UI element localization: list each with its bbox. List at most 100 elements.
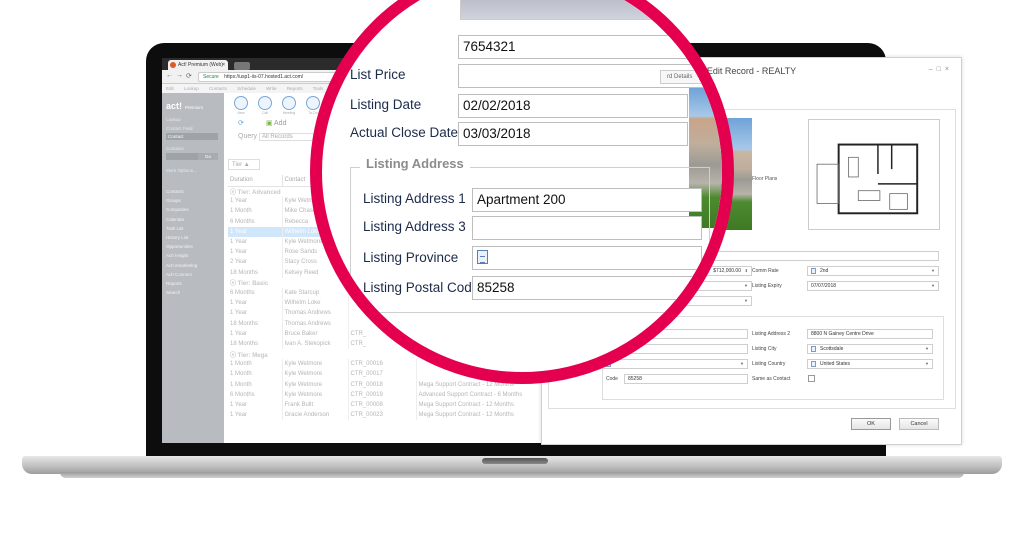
reload-icon[interactable]: ⟳ [186, 72, 192, 80]
back-icon[interactable]: ← [166, 72, 173, 79]
meeting-icon[interactable] [282, 96, 296, 110]
sidebar-item-groups[interactable]: Groups [166, 196, 197, 205]
comm-rate-value: 2nd [820, 268, 829, 274]
minimize-icon[interactable]: – [929, 66, 937, 73]
chevron-down-icon: ▼ [925, 361, 929, 366]
secure-lock-label: Secure [203, 74, 219, 80]
menu-reports[interactable]: Reports [287, 86, 303, 91]
sidebar-item-history-list[interactable]: History List [166, 233, 197, 242]
table-row[interactable]: 6 Months Kyle Wetmore CTR_00019 Advanced Su… [228, 389, 546, 400]
add-icon: ▣ [265, 120, 273, 127]
listing-postal-code-magnified-input[interactable]: 85258 [472, 276, 702, 300]
contact-cell: Gracie Anderson [281, 410, 348, 421]
column-duration[interactable]: Duration [228, 175, 283, 187]
contract-id-cell: CTR_00018 [347, 379, 416, 390]
cancel-button[interactable]: Cancel [899, 418, 939, 430]
query-select[interactable]: All Records [259, 133, 314, 141]
magnified-tab[interactable]: rd Details [660, 70, 705, 84]
table-row[interactable]: 1 Year Gracie Anderson CTR_00023 Mega Suppo… [228, 410, 546, 421]
magnified-photo-strip [460, 0, 722, 20]
sidebar-item-search[interactable]: Search [166, 288, 197, 297]
sidebar-item-contacts[interactable]: Contacts [166, 187, 197, 196]
maximize-icon[interactable]: □ [937, 66, 945, 73]
postal-code-input[interactable]: 85258 [624, 374, 748, 384]
listing-expiry-input[interactable]: 07/07/2018 ▼ [807, 281, 939, 291]
edition-label: Premium [185, 105, 204, 110]
query-row: Query All Records [238, 133, 314, 141]
logo-text: act! [166, 101, 183, 111]
ok-button[interactable]: OK [851, 418, 891, 430]
act-logo: act! Premium [166, 101, 203, 111]
duration-cell: 2 Year [230, 259, 248, 266]
contains-label: Contains [166, 146, 184, 151]
call-icon[interactable] [258, 96, 272, 110]
same-as-contact-checkbox[interactable] [808, 375, 815, 382]
contract-id-cell: CTR_00023 [347, 410, 416, 421]
new-icon[interactable] [234, 96, 248, 110]
duration-cell: 1 Month [230, 361, 252, 368]
listing-expiry-value: 07/07/2018 [811, 283, 837, 289]
sidebar-item-connect[interactable]: Act! Connect [166, 270, 197, 279]
duration-cell: 6 Months [230, 218, 255, 225]
query-label: Query [238, 133, 258, 140]
contains-input[interactable] [166, 153, 198, 160]
comm-rate-select[interactable]: 2nd ▼ [807, 266, 939, 276]
duration-cell: 18 Months [230, 340, 259, 347]
menu-contacts[interactable]: Contacts [209, 86, 227, 91]
forward-icon[interactable]: → [176, 72, 183, 79]
act-favicon-icon [170, 62, 176, 68]
actual-close-date-label: Actual Close Date [350, 125, 459, 140]
todo-icon[interactable] [306, 96, 320, 110]
listing-province-label: Listing Province [363, 250, 459, 265]
mls-value: 7654321 [463, 39, 516, 54]
listing-city-select[interactable]: Scottsdale ▼ [807, 344, 933, 354]
listing-province-magnified-select[interactable] [472, 246, 702, 270]
duration-cell: 1 Year [230, 198, 248, 205]
duration-cell: 18 Months [230, 269, 259, 276]
sidebar-item-calendar[interactable]: Calendar [166, 215, 197, 224]
close-tab-icon[interactable]: × [222, 60, 225, 70]
duration-cell: 18 Months [230, 320, 259, 327]
menu-write[interactable]: Write [266, 86, 276, 91]
browser-tab[interactable]: Act! Premium (Web) × [168, 60, 228, 70]
contact-field-label: Contact Field [166, 126, 193, 131]
menu-schedule[interactable]: Schedule [237, 86, 256, 91]
sidebar-item-emarketing[interactable]: Act! emarketing [166, 261, 197, 270]
add-button[interactable]: ▣ Add [266, 120, 287, 127]
magnifier-lens: S 7654321 List Price $712,0 rd Details L… [310, 0, 734, 384]
tier-sort-button[interactable]: Tier ▲ [228, 159, 260, 170]
new-tab-button[interactable] [234, 62, 250, 70]
listing-date-input[interactable]: 02/02/2018 [458, 94, 688, 118]
contact-field-select[interactable]: Contact [166, 133, 218, 140]
spinner-icon[interactable]: ⬍ [745, 267, 748, 275]
listing-address1-magnified-input[interactable]: Apartment 200 [472, 188, 702, 212]
sidebar-item-insight[interactable]: Act! Insight [166, 251, 197, 260]
go-button[interactable]: Go [198, 153, 218, 160]
listing-address3-magnified-input[interactable] [472, 216, 702, 240]
window-controls: –□× [929, 66, 953, 73]
sidebar-item-companies[interactable]: Companies [166, 205, 197, 214]
listing-date-value: 02/02/2018 [463, 98, 531, 113]
refresh-icon[interactable]: ⟳ [238, 120, 244, 127]
document-icon [811, 267, 816, 274]
close-icon[interactable]: × [945, 66, 953, 73]
sidebar-item-reports[interactable]: Reports [166, 279, 197, 288]
mls-input[interactable]: 7654321 [458, 35, 718, 59]
menu-edit[interactable]: Edit [166, 86, 174, 91]
contact-cell: Kyle Wetmore [281, 379, 348, 390]
sidebar-item-task-list[interactable]: Task List [166, 224, 197, 233]
table-row[interactable]: 1 Year Frank Bullt CTR_00008 Mega Support C… [228, 399, 546, 411]
listing-country-select[interactable]: United States ▼ [807, 359, 933, 369]
actual-close-date-input[interactable]: 03/03/2018 [458, 122, 688, 146]
add-label: Add [274, 120, 287, 127]
menu-lookup[interactable]: Lookup [184, 86, 199, 91]
lookup-label: Lookup [166, 117, 181, 122]
sidebar-item-opportunities[interactable]: Opportunities [166, 242, 197, 251]
chevron-down-icon: ▼ [744, 283, 748, 288]
document-icon [811, 360, 816, 367]
duration-cell: 1 Year [230, 310, 248, 317]
chevron-down-icon: ▼ [931, 283, 935, 288]
more-options-link[interactable]: More Options... [166, 168, 197, 173]
list-toolbar: ⟳ ▣ Add Query All Records [228, 119, 314, 141]
listing-address2-input[interactable]: 8800 N Gainey Centre Drive [807, 329, 933, 339]
